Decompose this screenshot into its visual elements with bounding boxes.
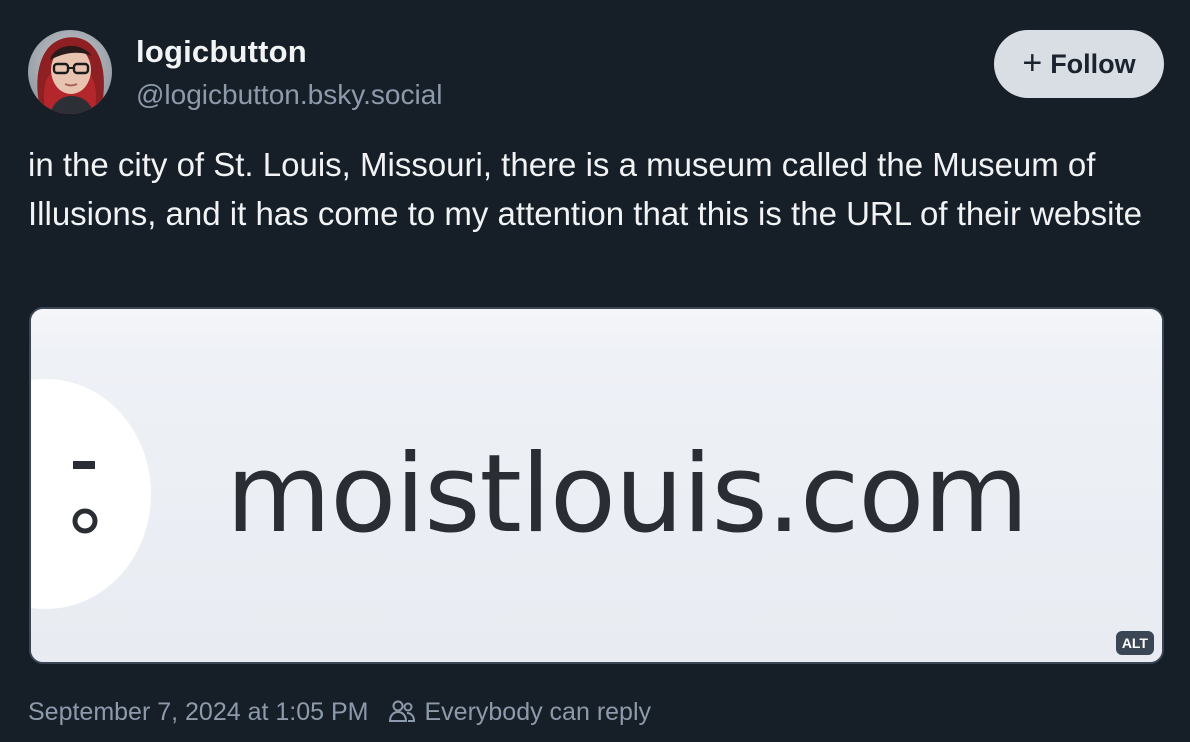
post-card: logicbutton @logicbutton.bsky.social + F… — [0, 0, 1190, 742]
post-timestamp[interactable]: September 7, 2024 at 1:05 PM — [28, 698, 369, 727]
author-handle[interactable]: @logicbutton.bsky.social — [136, 79, 443, 111]
people-icon — [387, 697, 417, 727]
follow-button[interactable]: + Follow — [994, 30, 1164, 98]
alt-text-badge[interactable]: ALT — [1115, 631, 1154, 655]
avatar-photo-icon — [28, 30, 112, 114]
plus-icon: + — [1022, 43, 1043, 82]
reply-setting-label[interactable]: Everybody can reply — [425, 698, 652, 727]
post-text: in the city of St. Louis, Missouri, ther… — [28, 146, 1142, 232]
post-image[interactable]: moistlouis.com ALT — [29, 307, 1164, 664]
post-meta: September 7, 2024 at 1:05 PM Everybody c… — [28, 697, 651, 727]
follow-button-label: Follow — [1050, 48, 1136, 79]
author-avatar[interactable] — [28, 30, 112, 114]
image-url-text: moistlouis.com — [226, 432, 1029, 557]
site-settings-icon — [72, 461, 98, 534]
author-display-name[interactable]: logicbutton — [136, 34, 307, 70]
